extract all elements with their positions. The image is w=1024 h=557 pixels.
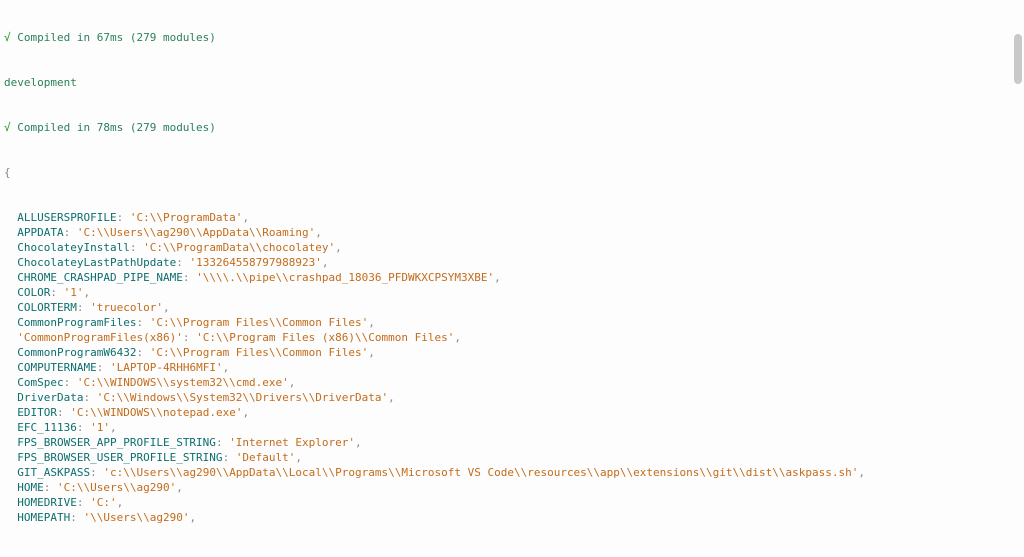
env-key: CommonProgramFiles	[17, 316, 136, 329]
env-key: DriverData	[17, 391, 83, 404]
env-row: HOMEPATH: '\\Users\\ag290',	[4, 510, 1020, 525]
env-row: EFC_11136: '1',	[4, 420, 1020, 435]
env-key: EFC_11136	[17, 421, 77, 434]
env-value: 'truecolor'	[90, 301, 163, 314]
env-row: ComSpec: 'C:\\WINDOWS\\system32\\cmd.exe…	[4, 375, 1020, 390]
env-value: '\\Users\\ag290'	[83, 511, 189, 524]
check-icon: √	[4, 121, 11, 134]
env-key: FPS_BROWSER_APP_PROFILE_STRING	[17, 436, 216, 449]
env-key: COMPUTERNAME	[17, 361, 96, 374]
env-key: HOMEPATH	[17, 511, 70, 524]
env-value: 'C:\\Users\\ag290\\AppData\\Roaming'	[77, 226, 315, 239]
env-value: 'C:\\Program Files (x86)\\Common Files'	[196, 331, 454, 344]
env-row: FPS_BROWSER_APP_PROFILE_STRING: 'Interne…	[4, 435, 1020, 450]
env-row: FPS_BROWSER_USER_PROFILE_STRING: 'Defaul…	[4, 450, 1020, 465]
check-icon: √	[4, 31, 11, 44]
env-key: COLOR	[17, 286, 50, 299]
env-value: '133264558797988923'	[189, 256, 321, 269]
env-row: HOMEDRIVE: 'C:',	[4, 495, 1020, 510]
env-row: ChocolateyInstall: 'C:\\ProgramData\\cho…	[4, 240, 1020, 255]
env-key: APPDATA	[17, 226, 63, 239]
compile-line-1: √ Compiled in 67ms (279 modules)	[4, 30, 1020, 45]
env-value: 'C:\\WINDOWS\\system32\\cmd.exe'	[77, 376, 289, 389]
env-value: '\\\\.\\pipe\\crashpad_18036_PFDWKXCPSYM…	[196, 271, 494, 284]
env-value: 'C:\\Program Files\\Common Files'	[150, 346, 369, 359]
env-row: CommonProgramFiles: 'C:\\Program Files\\…	[4, 315, 1020, 330]
env-key: CHROME_CRASHPAD_PIPE_NAME	[17, 271, 183, 284]
env-key: ComSpec	[17, 376, 63, 389]
env-row: COLOR: '1',	[4, 285, 1020, 300]
env-key: CommonProgramW6432	[17, 346, 136, 359]
env-row: ChocolateyLastPathUpdate: '1332645587979…	[4, 255, 1020, 270]
env-key: HOMEDRIVE	[17, 496, 77, 509]
env-value: '1'	[90, 421, 110, 434]
env-key: ChocolateyLastPathUpdate	[17, 256, 176, 269]
env-row: CHROME_CRASHPAD_PIPE_NAME: '\\\\.\\pipe\…	[4, 270, 1020, 285]
env-key: GIT_ASKPASS	[17, 466, 90, 479]
env-key: ChocolateyInstall	[17, 241, 130, 254]
terminal-output[interactable]: √ Compiled in 67ms (279 modules) develop…	[0, 0, 1024, 557]
env-key: HOME	[17, 481, 44, 494]
env-value: 'C:\\ProgramData\\chocolatey'	[143, 241, 335, 254]
compile-line-2: √ Compiled in 78ms (279 modules)	[4, 120, 1020, 135]
env-key: EDITOR	[17, 406, 57, 419]
env-row: GIT_ASKPASS: 'c:\\Users\\ag290\\AppData\…	[4, 465, 1020, 480]
brace-open: {	[4, 165, 1020, 180]
env-value: 'C:\\ProgramData'	[130, 211, 243, 224]
env-value: 'c:\\Users\\ag290\\AppData\\Local\\Progr…	[103, 466, 858, 479]
env-row: COLORTERM: 'truecolor',	[4, 300, 1020, 315]
env-value: 'C:'	[90, 496, 117, 509]
scrollbar-thumb[interactable]	[1014, 34, 1022, 84]
env-key: COLORTERM	[17, 301, 77, 314]
env-value: 'C:\\Program Files\\Common Files'	[150, 316, 369, 329]
env-row: COMPUTERNAME: 'LAPTOP-4RHH6MFI',	[4, 360, 1020, 375]
env-key: FPS_BROWSER_USER_PROFILE_STRING	[17, 451, 222, 464]
env-value: 'C:\\Windows\\System32\\Drivers\\DriverD…	[97, 391, 388, 404]
env-row: ALLUSERSPROFILE: 'C:\\ProgramData',	[4, 210, 1020, 225]
env-value: 'Default'	[236, 451, 296, 464]
env-row: EDITOR: 'C:\\WINDOWS\\notepad.exe',	[4, 405, 1020, 420]
env-value: 'Internet Explorer'	[229, 436, 355, 449]
env-row: HOME: 'C:\\Users\\ag290',	[4, 480, 1020, 495]
mode-line: development	[4, 75, 1020, 90]
env-row: 'CommonProgramFiles(x86)': 'C:\\Program …	[4, 330, 1020, 345]
env-row: APPDATA: 'C:\\Users\\ag290\\AppData\\Roa…	[4, 225, 1020, 240]
env-row: DriverData: 'C:\\Windows\\System32\\Driv…	[4, 390, 1020, 405]
env-value: '1'	[64, 286, 84, 299]
env-key: ALLUSERSPROFILE	[17, 211, 116, 224]
env-row: CommonProgramW6432: 'C:\\Program Files\\…	[4, 345, 1020, 360]
env-value: 'C:\\WINDOWS\\notepad.exe'	[70, 406, 242, 419]
env-value: 'C:\\Users\\ag290'	[57, 481, 176, 494]
env-value: 'LAPTOP-4RHH6MFI'	[110, 361, 223, 374]
env-key: 'CommonProgramFiles(x86)'	[17, 331, 183, 344]
